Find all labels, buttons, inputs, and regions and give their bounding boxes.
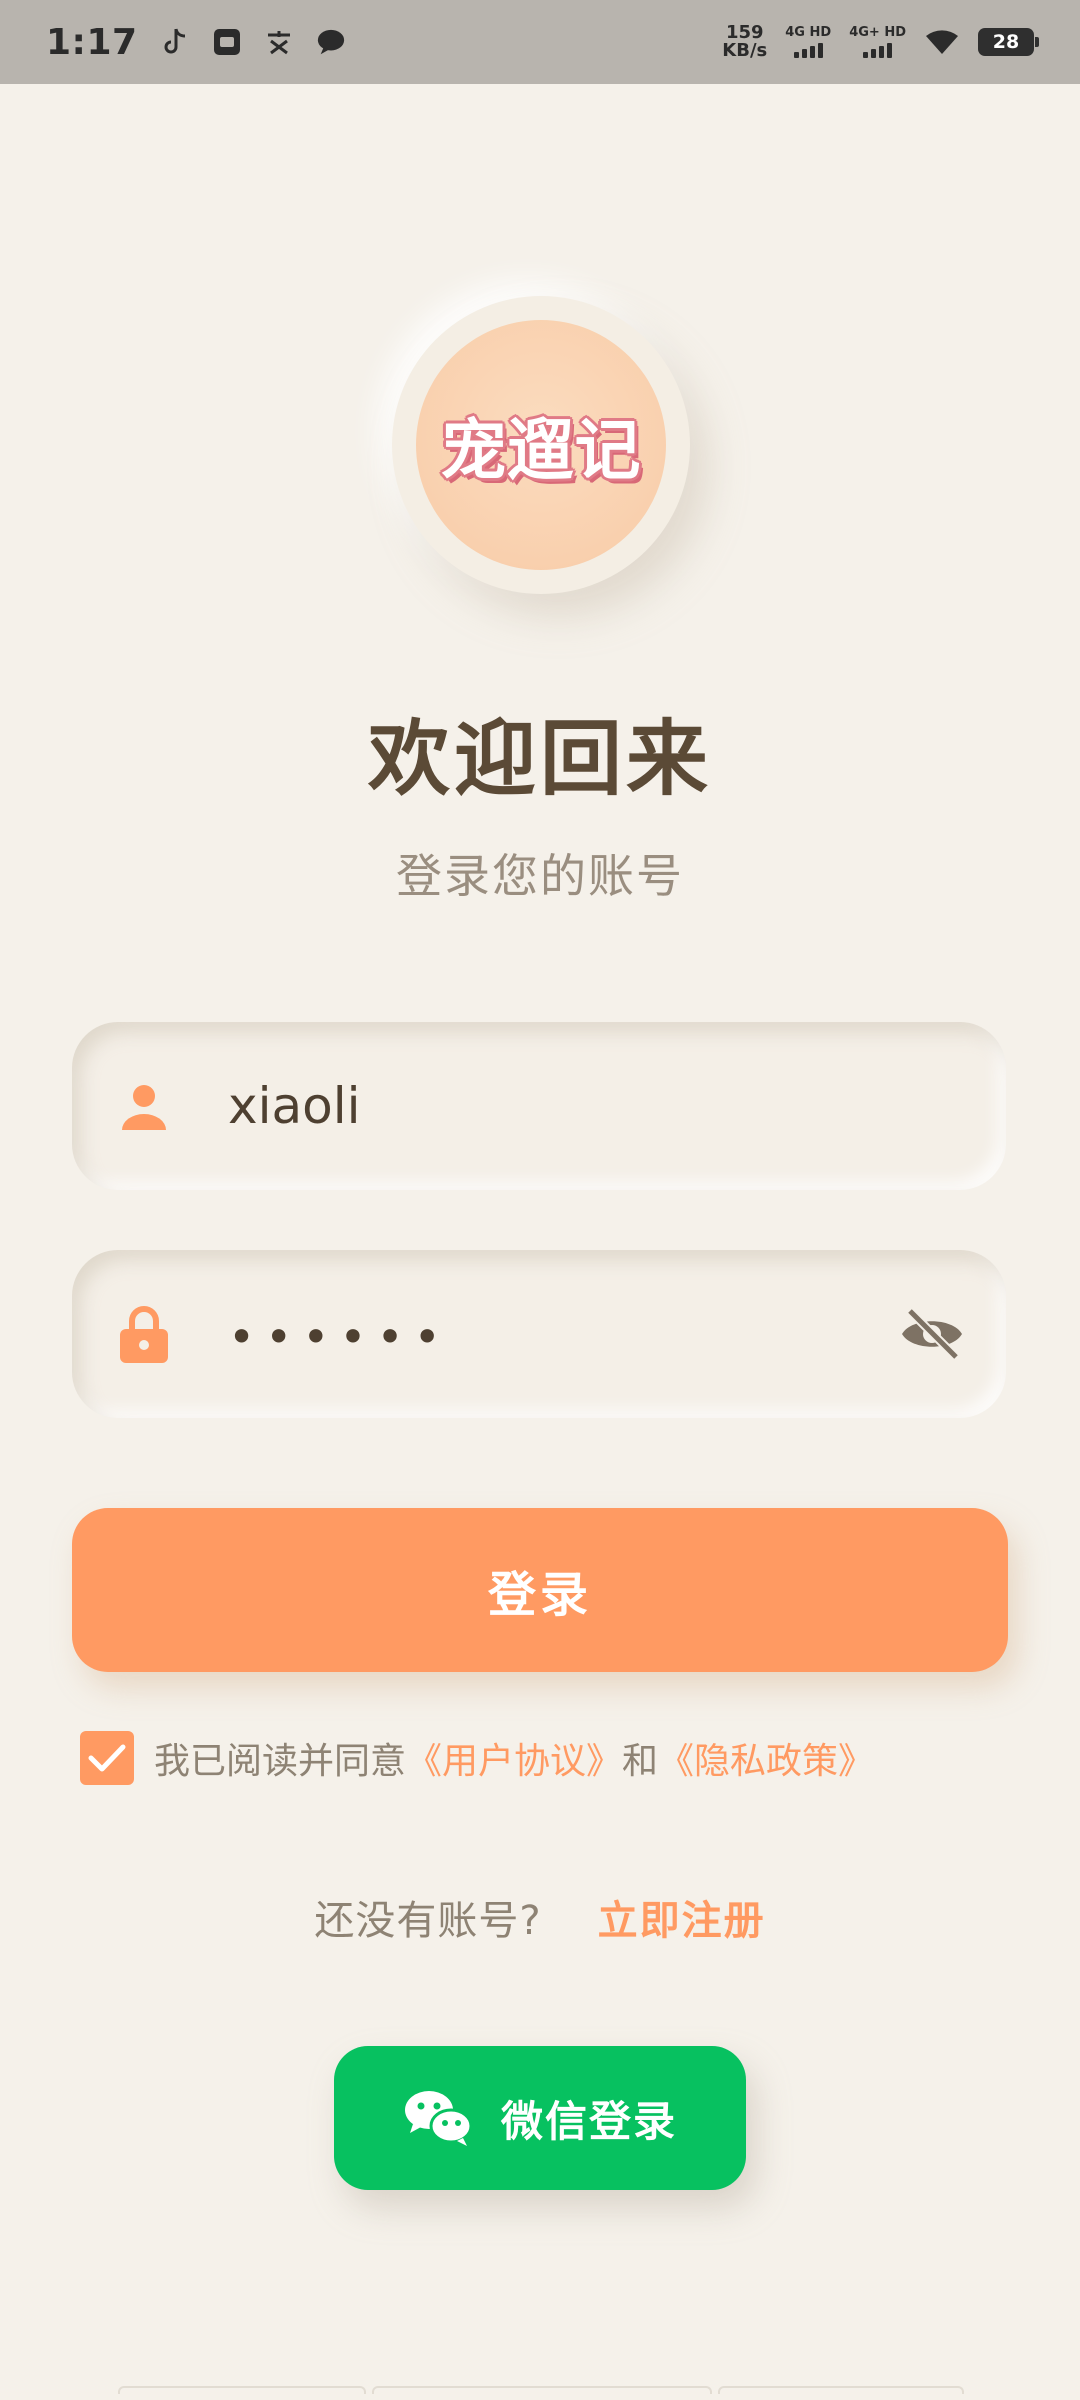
- username-input[interactable]: xiaoli: [228, 1077, 868, 1135]
- signal-bars-icon: [793, 42, 823, 58]
- wifi-icon: [924, 27, 960, 57]
- box-icon: [212, 27, 242, 57]
- battery-level: 28: [992, 31, 1020, 53]
- net-label-1: 4G HD: [785, 25, 832, 40]
- signal-4g-hd: 4G HD: [785, 26, 831, 58]
- register-row: 还没有账号? 立即注册: [0, 1888, 1080, 1946]
- agreement-and: 和: [622, 1741, 659, 1782]
- chat-bubble-icon: [316, 27, 346, 57]
- wechat-icon: [403, 2088, 473, 2148]
- check-icon: [88, 1744, 126, 1772]
- password-field[interactable]: ••••••: [72, 1250, 1006, 1418]
- wechat-login-button[interactable]: 微信登录: [334, 2046, 746, 2190]
- bottom-edge-decoration: [118, 2386, 964, 2394]
- user-agreement-link[interactable]: 《用户协议》: [406, 1732, 622, 1784]
- net-label-2: 4G+ HD: [849, 25, 906, 40]
- tiktok-icon: [160, 27, 190, 57]
- agreement-row: 我已阅读并同意 《用户协议》 和 《隐私政策》: [80, 1730, 874, 1786]
- register-link[interactable]: 立即注册: [598, 1888, 766, 1946]
- agreement-prefix: 我已阅读并同意: [154, 1741, 407, 1782]
- privacy-policy-link[interactable]: 《隐私政策》: [658, 1732, 874, 1784]
- agreement-checkbox[interactable]: [80, 1731, 134, 1785]
- page-subtitle: 登录您的账号: [396, 849, 684, 903]
- status-time: 1:17: [46, 21, 138, 63]
- username-field[interactable]: xiaoli: [72, 1022, 1006, 1190]
- logo-badge: 宠遛记: [416, 320, 666, 570]
- lock-icon: [116, 1306, 172, 1363]
- app-logo: 宠遛记: [392, 296, 690, 594]
- status-bar-right: 159 KB/s 4G HD 4G+ HD 28: [722, 24, 1039, 60]
- register-question: 还没有账号?: [314, 1898, 542, 1944]
- password-input[interactable]: ••••••: [228, 1310, 868, 1364]
- eye-off-icon[interactable]: [896, 1304, 968, 1364]
- signal-bars-icon: [863, 42, 893, 58]
- status-bar-left: 1:17: [46, 22, 346, 63]
- text-icon: [264, 27, 294, 57]
- login-button[interactable]: 登录: [72, 1508, 1008, 1672]
- login-screen: 1:17 159 KB/s 4G HD 4G+ HD 28 宠遛记 欢迎回来 登…: [0, 0, 1080, 2400]
- network-speed: 159 KB/s: [722, 24, 767, 60]
- user-icon: [116, 1078, 172, 1134]
- logo-text: 宠遛记: [440, 412, 642, 489]
- wechat-login-label: 微信登录: [500, 2096, 677, 2146]
- battery-icon: 28: [978, 28, 1039, 56]
- page-title: 欢迎回来: [367, 712, 712, 807]
- status-bar: 1:17 159 KB/s 4G HD 4G+ HD 28: [0, 0, 1080, 84]
- speed-unit: KB/s: [722, 40, 768, 61]
- signal-4g-plus-hd: 4G+ HD: [849, 26, 906, 58]
